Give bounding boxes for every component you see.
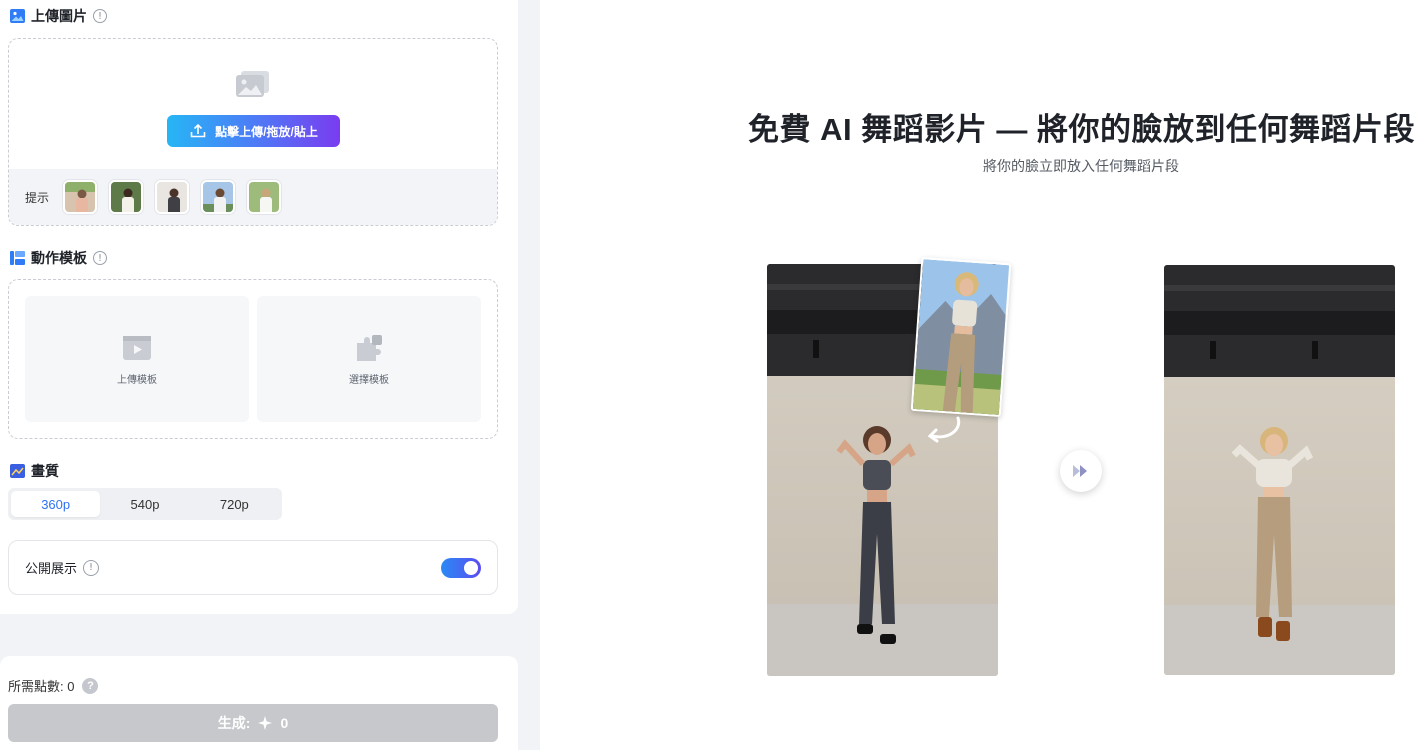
curved-arrow-icon <box>927 416 961 443</box>
next-arrow-button[interactable] <box>1060 450 1102 492</box>
quality-option-540p[interactable]: 540p <box>100 491 189 517</box>
hero-subtitle: 將你的臉立即放入任何舞蹈片段 <box>983 158 1179 174</box>
upload-template-label: 上傳模板 <box>117 374 157 386</box>
required-points-label: 所需點數: 0 <box>8 679 75 694</box>
select-template-label: 選擇模板 <box>349 374 389 386</box>
quality-selector: 360p 540p 720p <box>8 488 282 520</box>
double-chevron-right-icon <box>1073 465 1087 477</box>
toggle-knob <box>464 560 478 575</box>
sparkle-icon <box>258 716 273 730</box>
template-icon <box>10 251 25 265</box>
generate-button[interactable]: 生成: 0 <box>8 704 498 742</box>
public-display-label: 公開展示 <box>25 561 78 576</box>
hint-bar: 提示 <box>9 169 497 225</box>
quality-icon <box>10 464 25 478</box>
video-icon <box>123 335 151 360</box>
example-face-photo <box>910 257 1012 417</box>
template-section-label: 動作模板 <box>31 250 87 266</box>
hero-title: 免費 AI 舞蹈影片 — 將你的臉放到任何舞蹈片段 <box>748 112 1415 147</box>
sample-photo-3[interactable] <box>155 180 190 214</box>
info-icon[interactable]: ! <box>93 251 107 265</box>
info-icon[interactable]: ! <box>83 559 100 576</box>
sample-photo-4[interactable] <box>201 180 236 214</box>
quality-option-720p[interactable]: 720p <box>190 491 279 517</box>
upload-icon <box>190 123 206 138</box>
help-icon[interactable]: ? <box>82 677 99 694</box>
upload-dropzone[interactable]: 點擊上傳/拖放/貼上 提示 <box>8 38 498 226</box>
quality-section-title: 畫質 <box>10 461 59 481</box>
upload-button-label: 點擊上傳/拖放/貼上 <box>215 124 318 139</box>
upload-section-label: 上傳圖片 <box>31 8 87 24</box>
public-display-row: 公開展示 ! <box>8 540 498 595</box>
hint-label: 提示 <box>25 190 50 205</box>
required-points: 所需點數: 0 ? <box>8 676 99 695</box>
upload-template-button[interactable]: 上傳模板 <box>25 296 249 422</box>
public-display-label-group: 公開展示 ! <box>25 558 100 577</box>
settings-panel: 上傳圖片 ! 點擊上傳/拖放/貼上 提示 動作模板 ! 上傳模板 選擇模板 畫質… <box>0 0 518 614</box>
image-icon <box>10 9 25 23</box>
preview-area: 免費 AI 舞蹈影片 — 將你的臉放到任何舞蹈片段 將你的臉立即放入任何舞蹈片段 <box>540 0 1425 750</box>
generate-cost: 0 <box>280 715 289 731</box>
quality-option-360p[interactable]: 360p <box>11 491 101 517</box>
sample-photo-2[interactable] <box>109 180 144 214</box>
sample-photo-1[interactable] <box>63 180 98 214</box>
template-section-title: 動作模板 ! <box>10 248 107 268</box>
select-template-button[interactable]: 選擇模板 <box>257 296 481 422</box>
upload-section-title: 上傳圖片 ! <box>10 6 107 26</box>
upload-button[interactable]: 點擊上傳/拖放/貼上 <box>167 115 340 147</box>
quality-section-label: 畫質 <box>31 463 59 479</box>
public-display-toggle[interactable] <box>441 557 481 578</box>
sample-photo-5[interactable] <box>247 180 282 214</box>
example-result-video <box>1164 265 1395 675</box>
panel-gutter <box>518 0 540 750</box>
puzzle-icon <box>357 334 382 361</box>
template-area: 上傳模板 選擇模板 <box>8 279 498 439</box>
image-placeholder-icon <box>236 71 269 97</box>
info-icon[interactable]: ! <box>93 9 107 23</box>
generate-button-label: 生成: <box>217 715 251 731</box>
